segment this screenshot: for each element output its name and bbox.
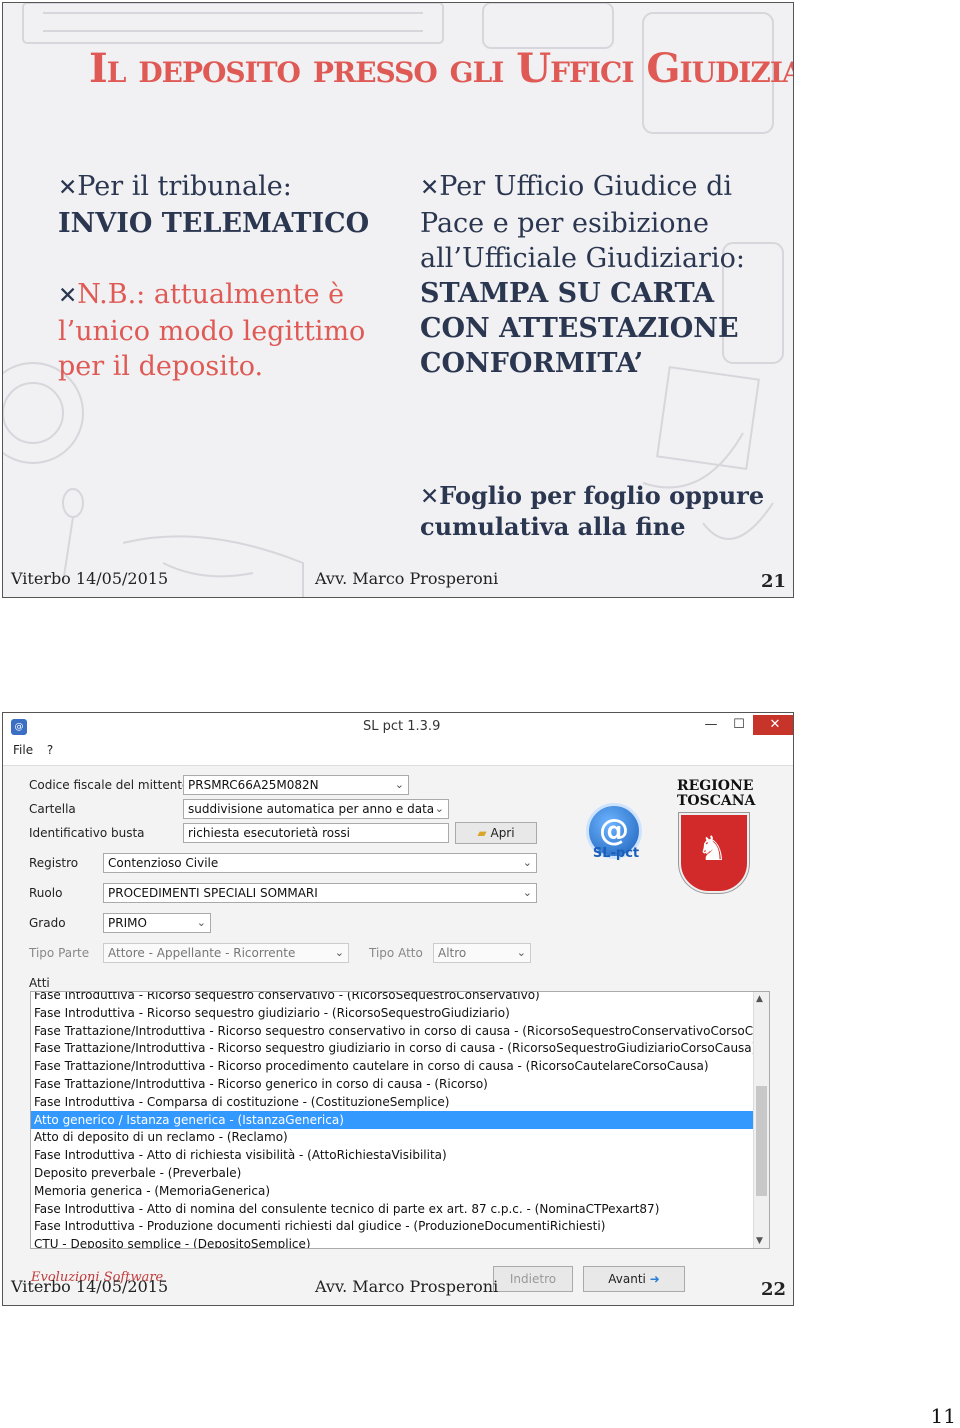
slide-21: Il deposito presso gli Uffici Giudiziari… — [2, 2, 794, 598]
window-title: SL pct 1.3.9 — [363, 719, 441, 734]
bullet-bold-text: INVIO TELEMATICO — [58, 208, 370, 239]
list-item[interactable]: Fase Trattazione/Introduttiva - Ricorso … — [31, 1039, 756, 1057]
arrow-right-icon: ➜ — [649, 1272, 660, 1286]
bullet-text: Per Ufficio Giudice di Pace e per esibiz… — [420, 171, 745, 274]
list-item[interactable]: Deposito preverbale - (Preverbale) — [31, 1164, 753, 1182]
footer-date: Viterbo 14/05/2015 — [11, 569, 169, 588]
menu-help[interactable]: ? — [47, 743, 53, 757]
tipo-atto-select[interactable]: Altro ⌄ — [433, 943, 531, 963]
footer-date: Viterbo 14/05/2015 — [11, 1277, 169, 1296]
left-column: ✕Per il tribunale: INVIO TELEMATICO ✕N.B… — [58, 169, 378, 384]
footer-author: Avv. Marco Prosperoni — [315, 569, 499, 588]
bullet-nb: ✕N.B.: attualmente è l’unico modo legitt… — [58, 277, 378, 384]
window-titlebar: @ SL pct 1.3.9 — ☐ ✕ — [3, 713, 793, 743]
app-icon: @ — [11, 719, 27, 735]
regione-toscana-label: REGIONE TOSCANA — [677, 778, 756, 809]
list-item[interactable]: Fase Introduttiva - Atto di richiesta vi… — [31, 1146, 753, 1164]
registro-select[interactable]: Contenzioso Civile ⌄ — [103, 853, 537, 873]
slide-number: 21 — [761, 571, 787, 592]
list-item[interactable]: Fase Introduttiva - Atto di nomina del c… — [31, 1200, 753, 1218]
regione-toscana-shield-icon: ♞ — [679, 813, 749, 893]
indietro-button[interactable]: Indietro — [493, 1266, 573, 1292]
cross-bullet-icon: ✕ — [58, 283, 78, 309]
list-item[interactable]: Memoria generica - (MemoriaGenerica) — [31, 1182, 753, 1200]
ruolo-label: Ruolo — [29, 886, 63, 900]
scrollbar[interactable]: ▲ ▼ — [753, 992, 769, 1248]
grado-select[interactable]: PRIMO ⌄ — [103, 913, 211, 933]
pegasus-icon: ♞ — [697, 829, 728, 869]
chevron-down-icon: ⌄ — [434, 802, 444, 815]
list-item[interactable]: Fase Introduttiva - Produzione documenti… — [31, 1217, 753, 1235]
right-column: ✕Per Ufficio Giudice di Pace e per esibi… — [420, 169, 760, 381]
sl-pct-logo-text: SL-pct — [592, 846, 640, 861]
bullet-tribunale: ✕Per il tribunale: INVIO TELEMATICO — [58, 169, 378, 241]
page-number: 11 — [930, 1404, 956, 1428]
list-item[interactable]: Fase Trattazione/Introduttiva - Ricorso … — [31, 1057, 753, 1075]
chevron-down-icon: ⌄ — [334, 946, 344, 959]
tipo-atto-label: Tipo Atto — [369, 946, 423, 960]
scroll-down-icon[interactable]: ▼ — [756, 1236, 763, 1246]
chevron-down-icon: ⌄ — [394, 778, 404, 791]
list-item[interactable]: Fase Introduttiva - Comparsa di costituz… — [31, 1093, 753, 1111]
ident-busta-label: Identificativo busta — [29, 826, 145, 840]
registro-label: Registro — [29, 856, 79, 870]
bullet-text: N.B.: attualmente è l’unico modo legitti… — [58, 279, 366, 382]
atti-list[interactable]: Fase Introduttiva - Ricorso sequestro co… — [30, 991, 770, 1249]
cross-bullet-icon: ✕ — [420, 484, 440, 510]
cartella-label: Cartella — [29, 802, 76, 816]
tipo-parte-select[interactable]: Attore - Appellante - Ricorrente ⌄ — [103, 943, 349, 963]
chevron-down-icon: ⌄ — [196, 916, 206, 929]
list-item[interactable]: Atto di deposito di un reclamo - (Reclam… — [31, 1128, 753, 1146]
chevron-down-icon: ⌄ — [516, 946, 526, 959]
scroll-up-icon[interactable]: ▲ — [756, 994, 763, 1004]
slide-title: Il deposito presso gli Uffici Giudiziari — [89, 45, 794, 92]
avanti-button[interactable]: Avanti ➜ — [583, 1266, 685, 1292]
close-icon[interactable]: ✕ — [753, 715, 793, 735]
cartella-select[interactable]: suddivisione automatica per anno e data ⌄ — [183, 799, 449, 819]
menu-file[interactable]: File — [13, 743, 33, 757]
cross-bullet-icon: ✕ — [58, 175, 78, 201]
folder-icon: ▰ — [477, 826, 487, 840]
bullet-text: Per il tribunale: — [77, 171, 292, 202]
codice-fiscale-select[interactable]: PRSMRC66A25M082N ⌄ — [183, 775, 409, 795]
codice-fiscale-label: Codice fiscale del mittente — [29, 778, 190, 792]
cross-bullet-icon: ✕ — [420, 175, 440, 201]
grado-label: Grado — [29, 916, 66, 930]
ruolo-select[interactable]: PROCEDIMENTI SPECIALI SOMMARI ⌄ — [103, 883, 537, 903]
chevron-down-icon: ⌄ — [522, 856, 532, 869]
list-item[interactable]: Fase Introduttiva - Ricorso sequestro gi… — [31, 1004, 753, 1022]
scrollbar-thumb[interactable] — [756, 1086, 767, 1196]
minimize-icon[interactable]: — — [697, 715, 725, 735]
bullet-bold-text: STAMPA SU CARTA CON ATTESTAZIONE CONFORM… — [420, 278, 739, 379]
ident-busta-input[interactable]: richiesta esecutorietà rossi — [183, 823, 449, 843]
bullet-text: Foglio per foglio oppure cumulativa alla… — [420, 481, 765, 541]
list-item[interactable]: Fase Introduttiva - Ricorso sequestro co… — [31, 992, 753, 1004]
chevron-down-icon: ⌄ — [522, 886, 532, 899]
list-item[interactable]: Atto generico / Istanza generica - (Ista… — [31, 1110, 753, 1129]
atti-label: Atti — [29, 976, 50, 990]
list-item[interactable]: Fase Trattazione/Introduttiva - Ricorso … — [31, 1022, 769, 1040]
footer-author: Avv. Marco Prosperoni — [315, 1277, 499, 1296]
apri-button[interactable]: ▰ Apri — [455, 822, 537, 844]
list-item[interactable]: Fase Trattazione/Introduttiva - Ricorso … — [31, 1075, 753, 1093]
list-item[interactable]: CTU - Deposito semplice - (DepositoSempl… — [31, 1235, 753, 1248]
menu-bar: File ? — [3, 743, 793, 763]
slide-number: 22 — [761, 1279, 787, 1300]
maximize-icon[interactable]: ☐ — [725, 715, 753, 735]
bullet-foglio: ✕Foglio per foglio oppure cumulativa all… — [420, 481, 780, 541]
tipo-parte-label: Tipo Parte — [29, 946, 90, 960]
slide-22: @ SL pct 1.3.9 — ☐ ✕ File ? Codice fisca… — [2, 712, 794, 1306]
